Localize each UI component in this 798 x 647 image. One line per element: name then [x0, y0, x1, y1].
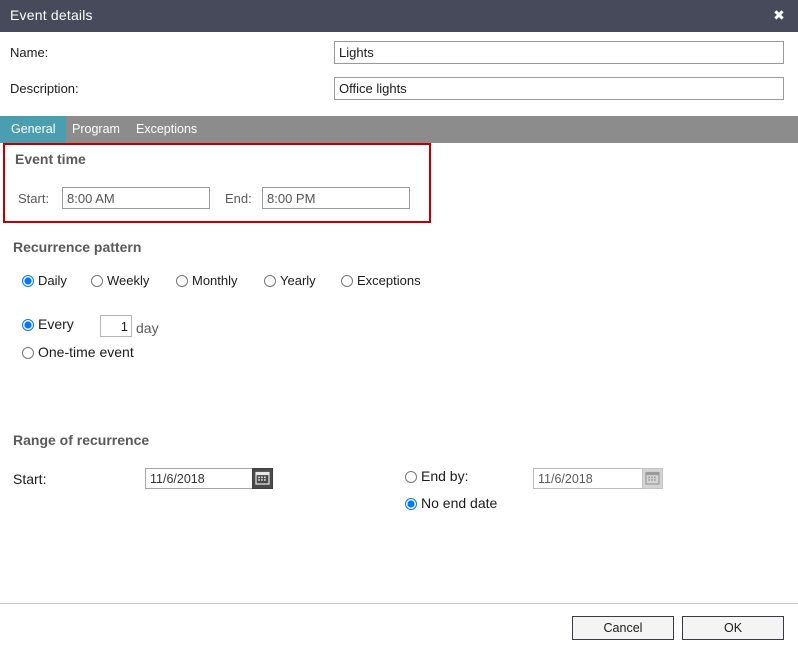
radio-recurrence-weekly-label: Weekly: [107, 273, 150, 288]
event-end-time-label: End:: [225, 191, 252, 206]
radio-recurrence-monthly-label: Monthly: [192, 273, 238, 288]
radio-end-by-label: End by:: [421, 468, 469, 484]
radio-recurrence-yearly-label: Yearly: [280, 273, 316, 288]
event-start-time-label: Start:: [18, 191, 50, 206]
tab-bar: General Program Exceptions: [0, 116, 798, 143]
general-tab-panel: Event time Start: End: Recurrence patter…: [0, 143, 798, 603]
dialog-title: Event details: [10, 7, 93, 23]
radio-one-time-event[interactable]: One-time event: [22, 344, 134, 360]
range-of-recurrence-section-title: Range of recurrence: [13, 432, 150, 448]
every-interval-unit-label: day: [136, 320, 159, 336]
radio-end-by-input[interactable]: [405, 471, 417, 483]
radio-no-end-date-label: No end date: [421, 495, 498, 511]
event-end-time-input[interactable]: [262, 187, 410, 209]
range-start-label: Start:: [13, 471, 47, 487]
description-input[interactable]: [334, 77, 784, 100]
ok-button[interactable]: OK: [682, 616, 784, 640]
radio-recurrence-daily-label: Daily: [38, 273, 67, 288]
tab-general[interactable]: General: [0, 116, 67, 143]
radio-every-input[interactable]: [22, 319, 34, 331]
tab-program[interactable]: Program: [61, 116, 131, 143]
calendar-icon[interactable]: [252, 468, 273, 489]
radio-recurrence-daily-input[interactable]: [22, 275, 34, 287]
radio-recurrence-monthly-input[interactable]: [176, 275, 188, 287]
radio-recurrence-yearly-input[interactable]: [264, 275, 276, 287]
every-interval-input[interactable]: [100, 315, 132, 337]
radio-no-end-date-input[interactable]: [405, 498, 417, 510]
close-icon[interactable]: ✖: [769, 6, 789, 26]
tab-exceptions[interactable]: Exceptions: [125, 116, 208, 143]
name-input[interactable]: [334, 41, 784, 64]
dialog-titlebar: Event details ✖: [0, 0, 798, 32]
range-start-date-input[interactable]: [145, 468, 257, 489]
dialog-footer: Cancel OK: [0, 603, 798, 647]
radio-recurrence-exceptions-input[interactable]: [341, 275, 353, 287]
event-start-time-input[interactable]: [62, 187, 210, 209]
range-end-by-date-input[interactable]: [533, 468, 645, 489]
radio-end-by[interactable]: End by:: [405, 468, 468, 484]
radio-recurrence-exceptions[interactable]: Exceptions: [341, 273, 421, 288]
radio-recurrence-weekly-input[interactable]: [91, 275, 103, 287]
header-fields: Name: Description:: [0, 32, 798, 116]
radio-recurrence-exceptions-label: Exceptions: [357, 273, 421, 288]
radio-every-label: Every: [38, 316, 74, 332]
radio-every[interactable]: Every: [22, 316, 74, 332]
cancel-button[interactable]: Cancel: [572, 616, 674, 640]
radio-recurrence-weekly[interactable]: Weekly: [91, 273, 149, 288]
calendar-icon: [642, 468, 663, 489]
description-label: Description:: [10, 81, 79, 96]
radio-recurrence-monthly[interactable]: Monthly: [176, 273, 238, 288]
recurrence-pattern-section-title: Recurrence pattern: [13, 239, 142, 255]
radio-one-time-event-label: One-time event: [38, 344, 134, 360]
radio-no-end-date[interactable]: No end date: [405, 495, 497, 511]
name-label: Name:: [10, 45, 49, 60]
event-time-section-title: Event time: [15, 151, 86, 167]
radio-recurrence-yearly[interactable]: Yearly: [264, 273, 316, 288]
radio-recurrence-daily[interactable]: Daily: [22, 273, 67, 288]
radio-one-time-event-input[interactable]: [22, 347, 34, 359]
